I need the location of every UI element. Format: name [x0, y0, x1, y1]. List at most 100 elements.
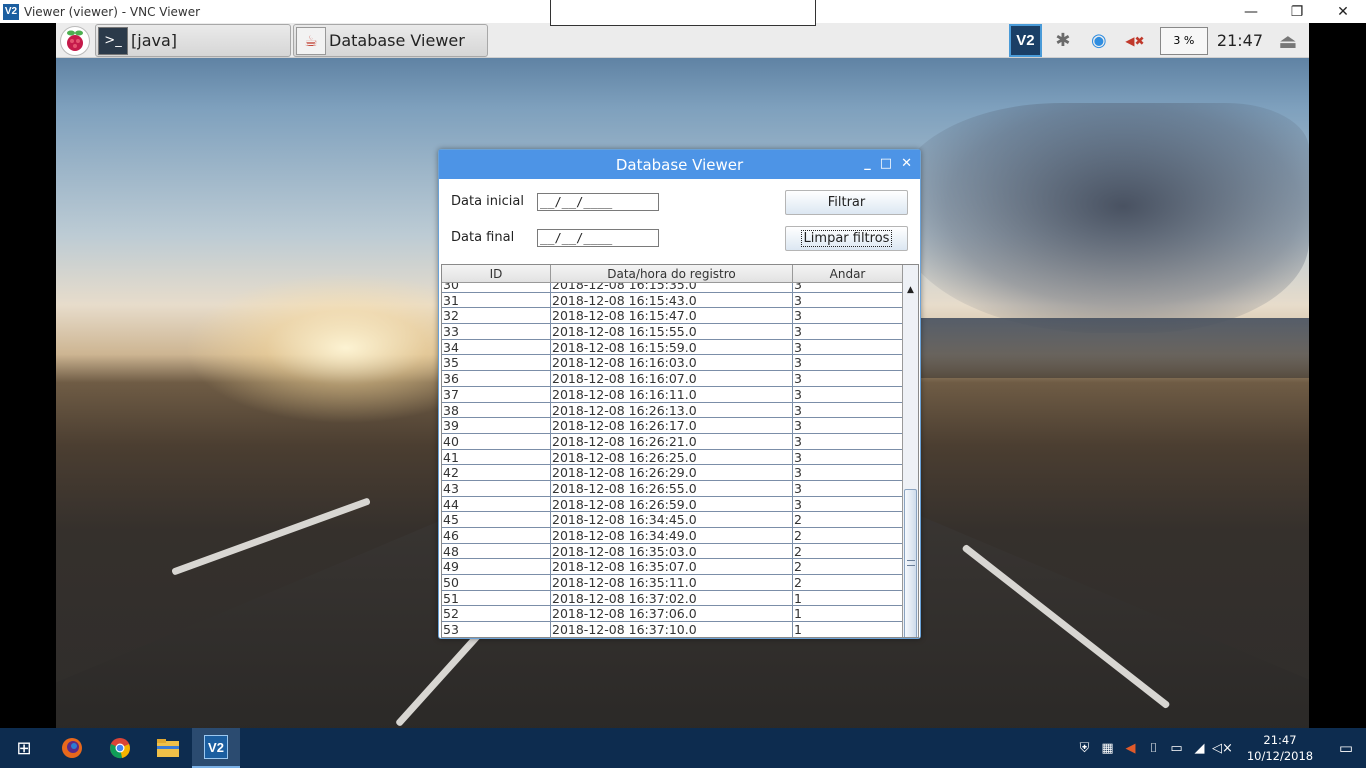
- remote-desktop[interactable]: >_ [java] ☕ Database Viewer V2 ✱ ◉ ◀✖ 3 …: [56, 23, 1309, 728]
- table-row[interactable]: 50 2018-12-08 16:35:11.0 2: [442, 575, 903, 591]
- table-row[interactable]: 52 2018-12-08 16:37:06.0 1: [442, 606, 903, 623]
- table-row[interactable]: 51 2018-12-08 16:37:02.0 1: [442, 590, 903, 607]
- table-row[interactable]: 42 2018-12-08 16:26:29.0 3: [442, 465, 903, 481]
- cell-floor: 2: [793, 543, 903, 559]
- cell-floor: 2: [793, 512, 903, 527]
- volume-muted-icon[interactable]: ◁×: [1211, 728, 1234, 768]
- network-icon[interactable]: ◢: [1188, 728, 1211, 768]
- table-row[interactable]: 53 2018-12-08 16:37:10.0 1: [442, 622, 903, 637]
- table-row[interactable]: 30 2018-12-08 16:15:35.0 3: [442, 283, 903, 293]
- windows-taskbar: ⊞ V2 ⛨ ▦ ◀ ⌷ ▭ ◢ ◁× 21:47 10/12/2018 ▭: [0, 728, 1366, 768]
- scroll-up-button[interactable]: ▲: [905, 285, 916, 295]
- tray-speaker-app-icon[interactable]: ◀: [1119, 728, 1142, 768]
- cell-floor: 3: [793, 355, 903, 371]
- cell-id: 41: [442, 449, 551, 465]
- cell-datetime: 2018-12-08 16:35:03.0: [551, 543, 793, 559]
- cell-datetime: 2018-12-08 16:26:21.0: [551, 433, 793, 449]
- raspberry-menu-button[interactable]: [60, 26, 90, 56]
- table-row[interactable]: 37 2018-12-08 16:16:11.0 3: [442, 386, 903, 403]
- cell-id: 53: [442, 622, 551, 637]
- vnc-viewer-icon[interactable]: V2: [192, 728, 240, 768]
- cell-datetime: 2018-12-08 16:15:35.0: [551, 283, 793, 292]
- cell-id: 35: [442, 355, 551, 371]
- cell-id: 46: [442, 528, 551, 543]
- column-header-floor[interactable]: Andar: [793, 265, 903, 283]
- clear-filters-button[interactable]: Limpar filtros: [785, 226, 908, 251]
- cell-floor: 1: [793, 622, 903, 637]
- table-row[interactable]: 31 2018-12-08 16:15:43.0 3: [442, 292, 903, 309]
- java-icon: ☕: [296, 26, 326, 55]
- windows-clock[interactable]: 21:47 10/12/2018: [1240, 732, 1320, 764]
- cell-id: 45: [442, 512, 551, 527]
- eject-icon[interactable]: ⏏: [1273, 26, 1303, 56]
- dialog-title: Database Viewer: [615, 155, 744, 174]
- wifi-icon[interactable]: ◉: [1084, 26, 1114, 56]
- table-row[interactable]: 44 2018-12-08 16:26:59.0 3: [442, 496, 903, 513]
- taskbar-java-terminal[interactable]: >_ [java]: [95, 24, 291, 57]
- cell-floor: 2: [793, 528, 903, 543]
- dialog-maximize-button[interactable]: □: [880, 156, 892, 171]
- close-button[interactable]: ✕: [1320, 0, 1366, 23]
- cell-floor: 3: [793, 308, 903, 324]
- battery-icon[interactable]: ▭: [1165, 728, 1188, 768]
- date-initial-input[interactable]: __/__/____: [537, 193, 659, 211]
- records-table[interactable]: ID Data/hora do registro Andar 30 2018-12…: [441, 264, 919, 638]
- restore-button[interactable]: ❐: [1274, 0, 1320, 23]
- table-row[interactable]: 38 2018-12-08 16:26:13.0 3: [442, 402, 903, 419]
- table-row[interactable]: 33 2018-12-08 16:15:55.0 3: [442, 324, 903, 340]
- notification-center-icon[interactable]: ▭: [1326, 728, 1366, 768]
- table-row[interactable]: 32 2018-12-08 16:15:47.0 3: [442, 308, 903, 325]
- wallpaper-clouds: [896, 103, 1309, 333]
- vnc-toolbar-handle[interactable]: [550, 0, 816, 26]
- vnc-server-icon[interactable]: V2: [1008, 24, 1042, 57]
- minimize-button[interactable]: —: [1228, 0, 1274, 23]
- security-shield-icon[interactable]: ⛨: [1073, 728, 1096, 768]
- date-final-input[interactable]: __/__/____: [537, 229, 659, 247]
- start-button[interactable]: ⊞: [0, 728, 48, 768]
- table-row[interactable]: 41 2018-12-08 16:26:25.0 3: [442, 449, 903, 466]
- filter-button[interactable]: Filtrar: [785, 190, 908, 215]
- table-row[interactable]: 45 2018-12-08 16:34:45.0 2: [442, 512, 903, 528]
- chrome-icon[interactable]: [96, 728, 144, 768]
- bluetooth-icon[interactable]: ✱: [1048, 26, 1078, 56]
- cell-floor: 3: [793, 283, 903, 292]
- dialog-titlebar[interactable]: Database Viewer _ □ ✕: [439, 150, 920, 179]
- taskbar-database-viewer[interactable]: ☕ Database Viewer: [293, 24, 488, 57]
- cell-floor: 2: [793, 575, 903, 590]
- dialog-minimize-button[interactable]: _: [864, 156, 871, 171]
- scrollbar-thumb[interactable]: [904, 489, 917, 637]
- cell-id: 34: [442, 339, 551, 355]
- pi-clock[interactable]: 21:47: [1217, 31, 1263, 50]
- table-row[interactable]: 48 2018-12-08 16:35:03.0 2: [442, 543, 903, 560]
- table-row[interactable]: 34 2018-12-08 16:15:59.0 3: [442, 339, 903, 356]
- cell-id: 38: [442, 402, 551, 418]
- column-header-datetime[interactable]: Data/hora do registro: [551, 265, 793, 283]
- usb-device-icon[interactable]: ⌷: [1142, 728, 1165, 768]
- cell-id: 51: [442, 590, 551, 606]
- table-row[interactable]: 43 2018-12-08 16:26:55.0 3: [442, 480, 903, 497]
- table-row[interactable]: 36 2018-12-08 16:16:07.0 3: [442, 371, 903, 387]
- file-explorer-icon[interactable]: [144, 728, 192, 768]
- tray-app-icon[interactable]: ▦: [1096, 728, 1119, 768]
- firefox-icon[interactable]: [48, 728, 96, 768]
- table-body: 30 2018-12-08 16:15:35.0 3 31 2018-12-08 16:…: [442, 283, 903, 637]
- vnc-logo-icon: V2: [3, 3, 19, 20]
- cpu-usage-monitor: 3 %: [1159, 26, 1208, 55]
- cell-id: 37: [442, 386, 551, 402]
- cell-id: 44: [442, 496, 551, 512]
- cell-floor: 3: [793, 496, 903, 512]
- cell-id: 48: [442, 543, 551, 559]
- cell-datetime: 2018-12-08 16:26:17.0: [551, 418, 793, 433]
- volume-muted-icon[interactable]: ◀✖: [1120, 26, 1150, 56]
- table-row[interactable]: 46 2018-12-08 16:34:49.0 2: [442, 528, 903, 544]
- table-row[interactable]: 35 2018-12-08 16:16:03.0 3: [442, 355, 903, 372]
- cell-floor: 3: [793, 465, 903, 480]
- table-row[interactable]: 39 2018-12-08 16:26:17.0 3: [442, 418, 903, 434]
- table-row[interactable]: 49 2018-12-08 16:35:07.0 2: [442, 559, 903, 576]
- cell-floor: 3: [793, 449, 903, 465]
- column-header-id[interactable]: ID: [442, 265, 551, 283]
- table-row[interactable]: 40 2018-12-08 16:26:21.0 3: [442, 433, 903, 450]
- raspberry-icon: [67, 30, 83, 51]
- vertical-scrollbar[interactable]: ▲: [902, 265, 918, 637]
- dialog-close-button[interactable]: ✕: [901, 156, 912, 171]
